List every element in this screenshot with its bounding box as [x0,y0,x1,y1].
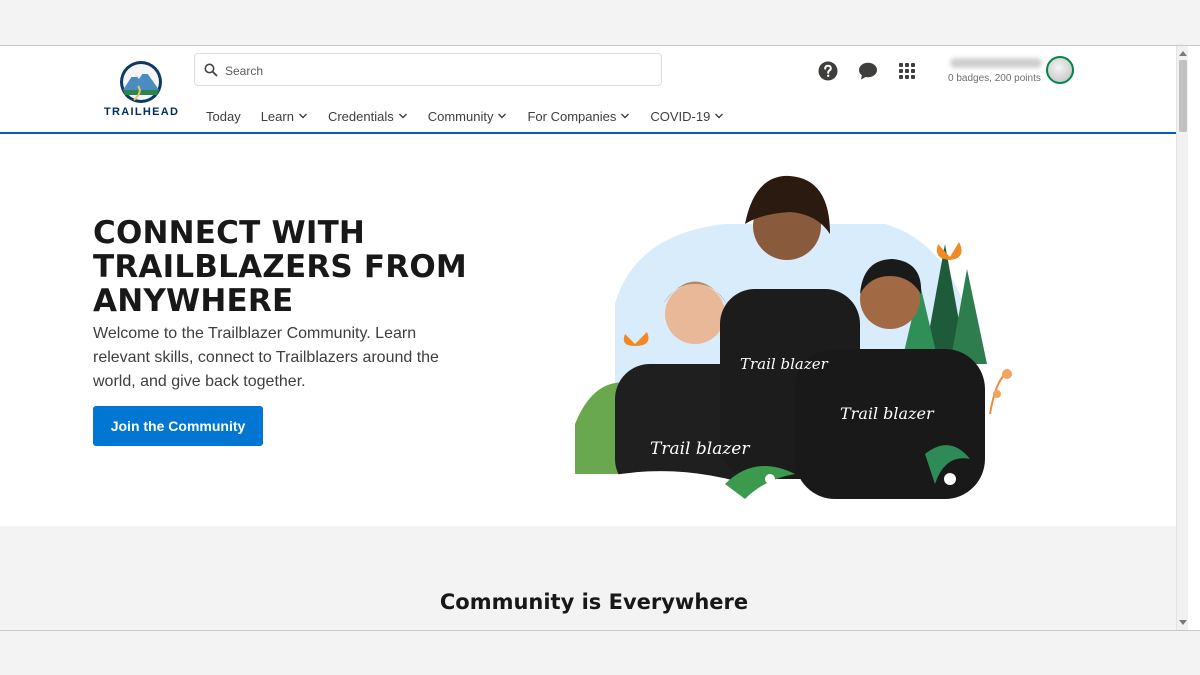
main-nav: Today Learn Credentials Community For Co… [196,106,744,126]
nav-label: Community [427,108,494,124]
nav-item-community[interactable]: Community [428,109,508,124]
nav-item-today[interactable]: Today [206,109,241,124]
nav-item-credentials[interactable]: Credentials [328,109,408,124]
nav-item-for-companies[interactable]: For Companies [527,109,630,124]
hero-image-text: Trail blazer [650,439,750,459]
vertical-scrollbar[interactable] [1176,46,1188,630]
scroll-down-icon[interactable] [1179,620,1187,625]
search-icon [204,63,218,77]
hero-image-text: Trail blazer [840,404,935,423]
trailblazers-hero-image: Trail blazer Trail blazer Trail blazer [575,175,1012,514]
search-box[interactable] [194,53,662,86]
hero-description: Welcome to the Trailblazer Community. Le… [93,325,439,390]
section-title: Community is Everywhere [439,590,749,614]
chevron-down-icon [298,113,307,119]
chevron-down-icon [498,113,507,119]
scroll-up-icon[interactable] [1179,51,1187,56]
nav-label: Today [206,108,241,124]
app-launcher-icon[interactable] [897,61,917,81]
user-points: 0 badges, 200 points [948,73,1041,84]
nav-label: For Companies [527,108,617,124]
chevron-down-icon [398,113,407,119]
trailhead-logo-icon [120,61,162,103]
trailhead-logo[interactable]: TRAILHEAD [104,60,178,122]
chevron-down-icon [621,113,630,119]
user-name-redacted [950,58,1042,68]
nav-label: Learn [260,108,294,124]
community-section: Community is Everywhere [0,526,1188,630]
hero-title: CONNECT WITH TRAILBLAZERS FROM ANYWHERE [93,215,467,319]
chevron-down-icon [715,113,724,119]
page: TRAILHEAD Today Learn Credentials [0,46,1188,630]
avatar[interactable] [1046,56,1074,84]
browser-viewport: TRAILHEAD Today Learn Credentials [0,45,1200,631]
nav-item-covid-19[interactable]: COVID-19 [650,109,724,124]
nav-item-learn[interactable]: Learn [261,109,308,124]
join-community-button[interactable]: Join the Community [93,406,263,446]
search-input[interactable] [223,60,647,82]
brand-name: TRAILHEAD [104,106,180,118]
chat-icon[interactable] [858,61,878,81]
help-icon[interactable] [818,61,838,81]
nav-label: COVID-19 [650,108,711,124]
scroll-thumb[interactable] [1179,60,1187,132]
nav-label: Credentials [327,108,394,124]
site-header: TRAILHEAD Today Learn Credentials [0,46,1188,134]
hero-image-text: Trail blazer [740,355,829,373]
